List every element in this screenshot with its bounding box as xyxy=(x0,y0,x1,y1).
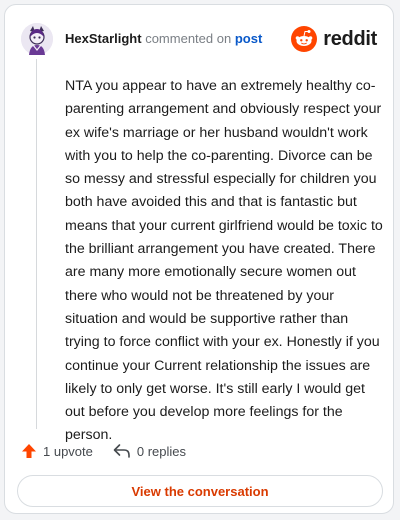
comment-header: HexStarlight commented on post reddit xyxy=(21,19,377,59)
username[interactable]: HexStarlight xyxy=(65,31,142,46)
reddit-wordmark: reddit xyxy=(323,27,377,50)
reply-arrow-icon xyxy=(113,444,130,458)
comment-action-text: commented on xyxy=(145,31,232,46)
post-link[interactable]: post xyxy=(235,31,262,46)
upvote-arrow-icon xyxy=(22,444,36,458)
upvote-count: 1 upvote xyxy=(43,443,93,459)
replies-count: 0 replies xyxy=(136,443,187,459)
thread-line xyxy=(36,59,37,429)
comment-actions: 1 upvote 0 replies xyxy=(21,439,186,463)
avatar-image xyxy=(21,23,53,55)
view-conversation-button[interactable]: View the conversation xyxy=(17,475,383,507)
comment-body: NTA you appear to have an extremely heal… xyxy=(65,78,387,444)
reddit-logo[interactable]: reddit xyxy=(291,26,377,52)
reddit-snoo-icon xyxy=(291,26,318,52)
user-avatar[interactable] xyxy=(21,23,53,55)
upvote-button[interactable]: 1 upvote xyxy=(21,443,93,459)
replies-button[interactable]: 0 replies xyxy=(113,443,186,459)
comment-card: HexStarlight commented on post reddit NT… xyxy=(4,4,394,514)
comment-byline: HexStarlight commented on post xyxy=(65,30,291,48)
